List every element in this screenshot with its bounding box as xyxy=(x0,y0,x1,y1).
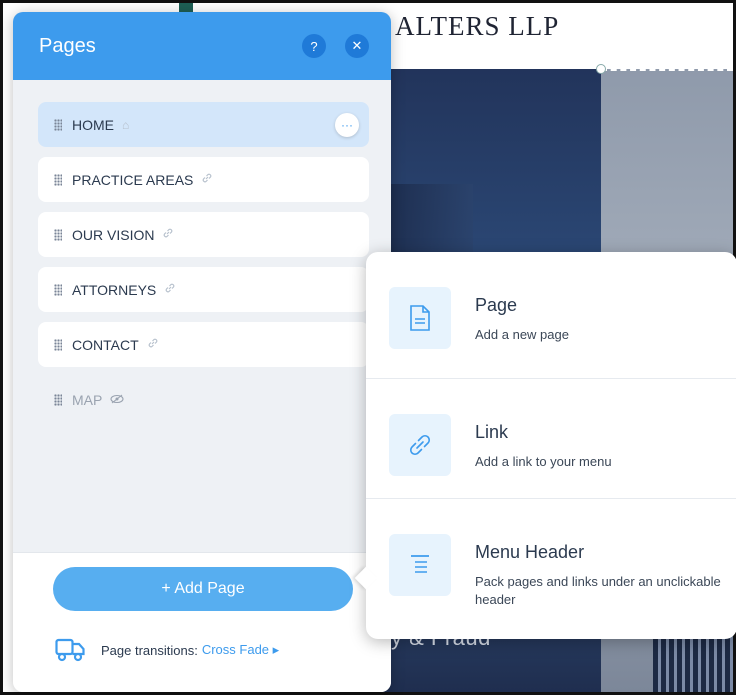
add-menu-header-option[interactable]: Menu Header Pack pages and links under a… xyxy=(366,498,736,618)
page-item-label: PRACTICE AREAS xyxy=(72,171,194,188)
panel-footer: + Add Page Page transitions: Cross Fade … xyxy=(13,552,391,692)
page-item-contact[interactable]: CONTACT xyxy=(38,322,369,367)
pages-panel: Pages ? ✕ HOME ⌂ ··· PRACTICE AREAS OUR … xyxy=(13,12,391,692)
page-item-home[interactable]: HOME ⌂ ··· xyxy=(38,102,369,147)
site-logo xyxy=(179,3,193,12)
add-page-button[interactable]: + Add Page xyxy=(53,567,353,611)
option-description: Add a link to your menu xyxy=(475,454,612,469)
panel-title: Pages xyxy=(39,34,96,57)
page-item-attorneys[interactable]: ATTORNEYS xyxy=(38,267,369,312)
selection-handle[interactable] xyxy=(596,64,606,74)
page-item-label: OUR VISION xyxy=(72,226,155,243)
option-title: Link xyxy=(475,422,509,442)
drag-handle-icon[interactable] xyxy=(54,283,62,296)
drag-handle-icon[interactable] xyxy=(54,393,62,406)
drag-handle-icon[interactable] xyxy=(54,118,62,131)
transitions-label: Page transitions: xyxy=(101,642,198,658)
add-page-option[interactable]: Page Add a new page xyxy=(366,252,736,372)
page-item-label: HOME xyxy=(72,116,114,133)
option-description: Pack pages and links under an unclickabl… xyxy=(475,574,721,607)
transition-select-link[interactable]: Cross Fade ▸ xyxy=(202,642,279,658)
option-title: Menu Header xyxy=(475,542,585,562)
close-icon[interactable]: ✕ xyxy=(345,34,369,58)
truck-icon xyxy=(55,638,85,662)
menu-header-icon xyxy=(389,534,451,596)
link-icon xyxy=(389,414,451,476)
page-icon xyxy=(389,287,451,349)
page-item-map[interactable]: MAP xyxy=(38,377,369,422)
hidden-eye-icon xyxy=(110,393,124,407)
help-icon[interactable]: ? xyxy=(302,34,326,58)
link-icon xyxy=(147,337,159,352)
link-icon xyxy=(164,282,176,297)
page-transitions: Page transitions: Cross Fade ▸ xyxy=(55,637,279,663)
drag-handle-icon[interactable] xyxy=(54,173,62,186)
panel-header: Pages ? ✕ xyxy=(13,12,391,80)
link-icon xyxy=(162,227,174,242)
page-item-label: MAP xyxy=(72,391,103,408)
drag-handle-icon[interactable] xyxy=(54,228,62,241)
home-icon: ⌂ xyxy=(122,117,130,132)
site-title: ALTERS LLP xyxy=(395,11,560,41)
option-title: Page xyxy=(475,295,518,315)
add-menu-popover: Page Add a new page Link Add a link to y… xyxy=(354,252,736,639)
page-item-our-vision[interactable]: OUR VISION xyxy=(38,212,369,257)
page-list: HOME ⌂ ··· PRACTICE AREAS OUR VISION ATT… xyxy=(13,80,391,422)
page-item-label: ATTORNEYS xyxy=(72,281,157,298)
page-item-practice-areas[interactable]: PRACTICE AREAS xyxy=(38,157,369,202)
drag-handle-icon[interactable] xyxy=(54,338,62,351)
more-actions-icon[interactable]: ··· xyxy=(335,112,359,137)
add-link-option[interactable]: Link Add a link to your menu xyxy=(366,378,736,498)
page-item-label: CONTACT xyxy=(72,336,139,353)
link-icon xyxy=(201,172,213,187)
option-description: Add a new page xyxy=(475,327,569,342)
selection-outline xyxy=(601,69,733,71)
